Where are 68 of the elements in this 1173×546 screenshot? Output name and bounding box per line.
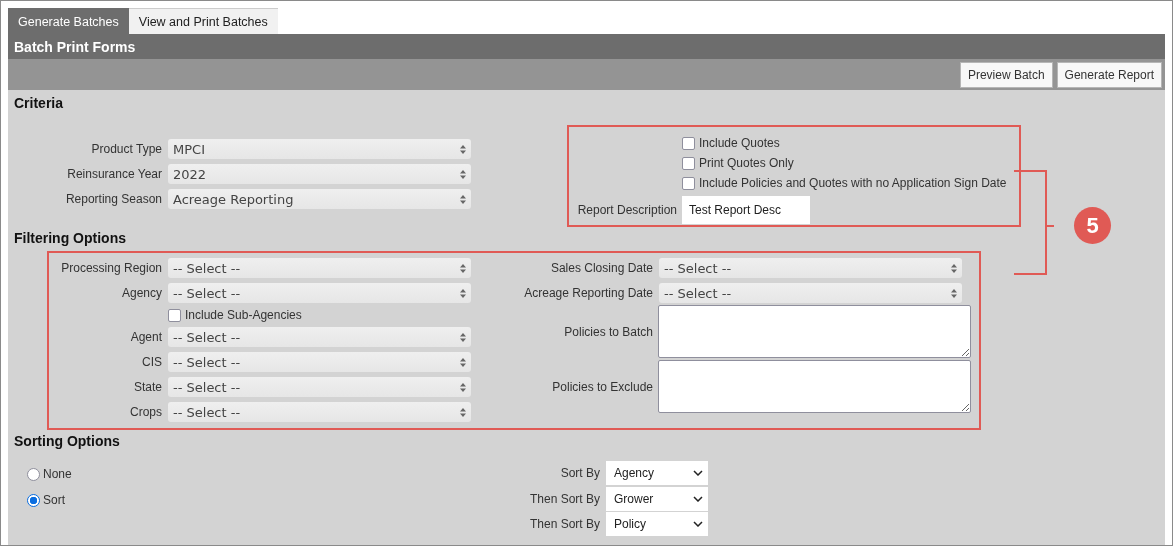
radio-label: None bbox=[43, 467, 72, 481]
report-description-field[interactable]: Test Report Desc bbox=[682, 196, 810, 224]
radio-button[interactable] bbox=[27, 493, 40, 507]
field-label: Agency bbox=[120, 286, 162, 300]
field-label: Policies to Batch bbox=[563, 324, 653, 339]
text-area-field[interactable] bbox=[658, 360, 971, 413]
checkbox[interactable] bbox=[682, 156, 695, 170]
field-label: Agent bbox=[129, 330, 162, 344]
chevron-down-icon bbox=[693, 521, 703, 527]
field-label: Then Sort By bbox=[528, 517, 600, 531]
dropdown[interactable]: -- Select -- bbox=[168, 402, 471, 422]
checkbox-label: Print Quotes Only bbox=[699, 156, 794, 170]
panel-title: Batch Print Forms bbox=[8, 34, 1165, 59]
field-label: Policies to Exclude bbox=[551, 379, 653, 394]
tab[interactable]: View and Print Batches bbox=[128, 8, 278, 34]
dropdown-arrows-icon bbox=[460, 407, 466, 417]
field-label: Reinsurance Year bbox=[66, 167, 162, 181]
field-label: State bbox=[132, 380, 162, 394]
text-area-field[interactable] bbox=[658, 305, 971, 358]
dropdown-arrows-icon bbox=[460, 169, 466, 179]
tab[interactable]: Generate Batches bbox=[8, 8, 129, 34]
radio-button[interactable] bbox=[27, 467, 40, 481]
dropdown-arrows-icon bbox=[460, 194, 466, 204]
checkbox[interactable] bbox=[682, 136, 695, 150]
checkbox[interactable] bbox=[168, 308, 181, 322]
field-label: Acreage Reporting Date bbox=[523, 286, 653, 300]
field-label: Reporting Season bbox=[64, 192, 162, 206]
section-heading: Sorting Options bbox=[13, 433, 121, 449]
dropdown-arrows-icon bbox=[460, 144, 466, 154]
toolbar-button[interactable]: Preview Batch bbox=[959, 61, 1053, 88]
field-label: Then Sort By bbox=[528, 491, 600, 506]
dropdown-arrows-icon bbox=[951, 288, 957, 298]
dropdown[interactable]: Policy bbox=[606, 512, 708, 536]
field-label: Report Description bbox=[576, 203, 677, 217]
checkbox-label: Include Sub-Agencies bbox=[185, 308, 302, 322]
dropdown-arrows-icon bbox=[460, 357, 466, 367]
chevron-down-icon bbox=[693, 470, 703, 476]
field-label: Sales Closing Date bbox=[549, 261, 653, 275]
dropdown-arrows-icon bbox=[460, 382, 466, 392]
dropdown[interactable]: Agency bbox=[606, 461, 708, 485]
checkbox[interactable] bbox=[682, 176, 695, 190]
dropdown[interactable]: 2022 bbox=[168, 164, 471, 184]
dropdown[interactable]: MPCI bbox=[168, 139, 471, 159]
dropdown[interactable]: Grower bbox=[606, 486, 708, 511]
checkbox-label: Include Quotes bbox=[699, 136, 780, 150]
dropdown[interactable]: -- Select -- bbox=[168, 352, 471, 372]
radio-label: Sort bbox=[43, 493, 65, 507]
dropdown[interactable]: -- Select -- bbox=[168, 327, 471, 347]
dropdown-arrows-icon bbox=[460, 288, 466, 298]
dropdown-arrows-icon bbox=[951, 263, 957, 273]
toolbar-button[interactable]: Generate Report bbox=[1056, 61, 1162, 88]
field-label: Crops bbox=[129, 405, 162, 419]
field-label: CIS bbox=[141, 355, 162, 369]
dropdown-arrows-icon bbox=[460, 263, 466, 273]
section-heading: Criteria bbox=[13, 95, 65, 111]
section-heading: Filtering Options bbox=[13, 230, 127, 246]
dropdown[interactable]: -- Select -- bbox=[168, 377, 471, 397]
dropdown[interactable]: Acreage Reporting bbox=[168, 189, 471, 209]
chevron-down-icon bbox=[693, 495, 703, 502]
dropdown[interactable]: -- Select -- bbox=[659, 258, 962, 278]
checkbox-label: Include Policies and Quotes with no Application Sign Date bbox=[699, 176, 1007, 190]
dropdown-arrows-icon bbox=[460, 332, 466, 342]
field-label: Product Type bbox=[90, 142, 162, 156]
dropdown[interactable]: -- Select -- bbox=[168, 258, 471, 278]
dropdown[interactable]: -- Select -- bbox=[168, 283, 471, 303]
field-label: Processing Region bbox=[60, 261, 162, 275]
dropdown[interactable]: -- Select -- bbox=[659, 283, 962, 303]
field-label: Sort By bbox=[559, 466, 600, 480]
